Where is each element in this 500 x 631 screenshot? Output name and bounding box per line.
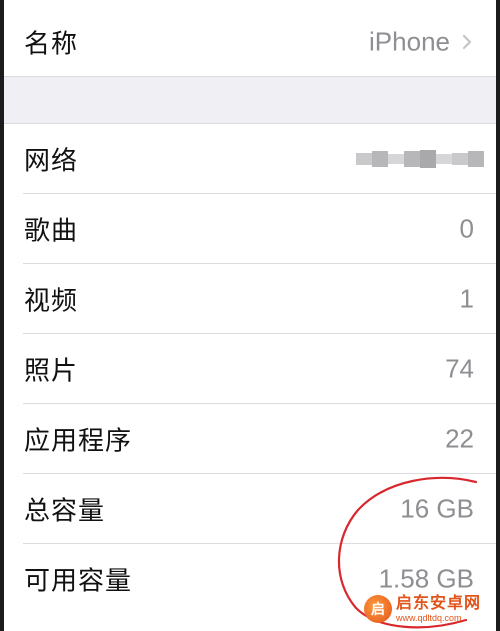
name-row[interactable]: 名称 iPhone (4, 0, 496, 76)
info-row-videos: 视频 1 (4, 264, 496, 334)
bezel-right (496, 0, 500, 631)
songs-label: 歌曲 (24, 216, 79, 247)
section-spacer (4, 77, 496, 123)
watermark-logo-icon: 启 (364, 595, 392, 623)
bezel-left (0, 0, 4, 631)
chevron-right-icon (462, 34, 472, 50)
settings-about-screen: 名称 iPhone 网络 歌曲 0 视频 1 照片 74 应用程序 22 总容量… (0, 0, 500, 631)
watermark-url: www.qdltdq.com (396, 613, 462, 623)
photos-value: 74 (445, 353, 474, 384)
available-label: 可用容量 (24, 566, 133, 597)
watermark-text: 启东安卓网 www.qdltdq.com (396, 595, 481, 623)
videos-label: 视频 (24, 286, 79, 317)
network-label: 网络 (24, 146, 79, 177)
network-value-redacted (356, 142, 484, 176)
songs-value: 0 (459, 213, 474, 244)
watermark: 启 启东安卓网 www.qdltdq.com (364, 591, 494, 627)
info-row-apps: 应用程序 22 (4, 404, 496, 474)
info-row-capacity: 总容量 16 GB (4, 474, 496, 544)
info-row-network: 网络 (4, 124, 496, 194)
name-group: 名称 iPhone (4, 0, 496, 77)
apps-label: 应用程序 (24, 426, 133, 457)
info-row-photos: 照片 74 (4, 334, 496, 404)
capacity-label: 总容量 (24, 496, 106, 527)
videos-value: 1 (459, 283, 474, 314)
info-group: 网络 歌曲 0 视频 1 照片 74 应用程序 22 总容量 16 GB 可用容… (4, 123, 496, 631)
photos-label: 照片 (24, 356, 79, 387)
info-row-songs: 歌曲 0 (4, 194, 496, 264)
watermark-title: 启东安卓网 (396, 593, 482, 612)
name-label: 名称 (24, 29, 79, 60)
device-name-value: iPhone (369, 26, 450, 57)
available-value: 1.58 GB (378, 563, 474, 594)
capacity-value: 16 GB (400, 493, 474, 524)
apps-value: 22 (445, 423, 474, 454)
